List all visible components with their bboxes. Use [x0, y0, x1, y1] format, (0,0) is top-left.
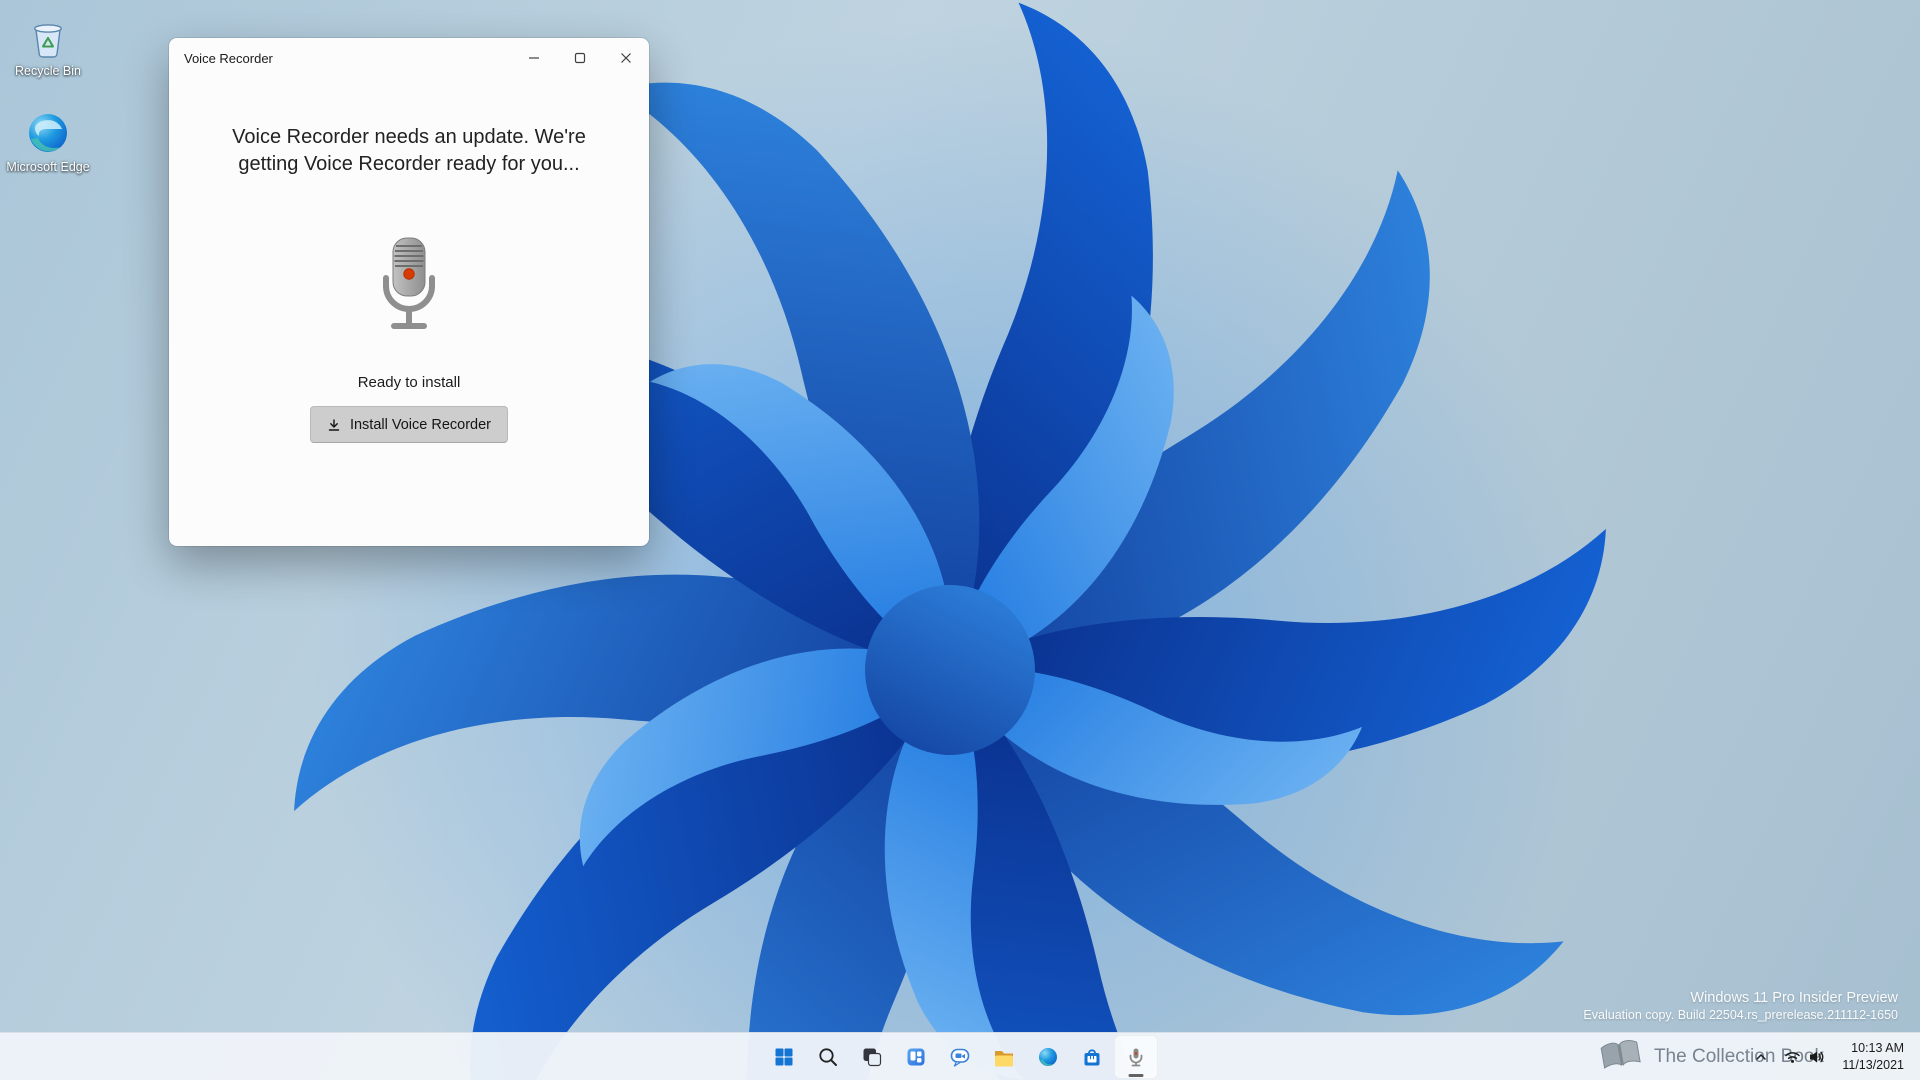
volume-icon — [1810, 1051, 1824, 1062]
desktop: Recycle Bin Microsoft Edge Voice Recorde… — [0, 0, 1920, 1080]
microphone-illustration — [169, 234, 649, 336]
desktop-icon-label: Recycle Bin — [15, 64, 81, 78]
close-button[interactable] — [603, 38, 649, 78]
network-icon — [1785, 1051, 1801, 1063]
minimize-icon — [529, 57, 539, 59]
system-tray: 10:13 AM 11/13/2021 — [1747, 1033, 1912, 1080]
window-body: Voice Recorder needs an update. We're ge… — [169, 124, 649, 444]
voice-recorder-icon — [1129, 1048, 1143, 1066]
microsoft-store-button[interactable] — [1070, 1035, 1114, 1079]
voice-recorder-window: Voice Recorder Voice Recorder needs an u… — [169, 38, 649, 546]
chat-button[interactable] — [938, 1035, 982, 1079]
install-voice-recorder-button[interactable]: Install Voice Recorder — [309, 406, 509, 444]
insider-preview-watermark: Windows 11 Pro Insider Preview Evaluatio… — [1583, 990, 1898, 1022]
task-view-icon — [863, 1048, 882, 1066]
window-titlebar[interactable]: Voice Recorder — [169, 38, 649, 78]
file-explorer-icon — [995, 1050, 1013, 1066]
book-icon — [1597, 1036, 1645, 1079]
widgets-button[interactable] — [894, 1035, 938, 1079]
taskbar: The Collection Book 10:13 AM 11/13/2021 — [0, 1032, 1920, 1080]
microphone-icon — [383, 237, 435, 330]
update-message: Voice Recorder needs an update. We're ge… — [232, 126, 586, 176]
voice-recorder-taskbar-button[interactable] — [1114, 1034, 1158, 1079]
edge-icon — [25, 110, 71, 156]
download-icon — [328, 419, 340, 431]
maximize-icon — [574, 52, 586, 64]
install-status: Ready to install — [357, 374, 461, 392]
maximize-button[interactable] — [557, 38, 603, 78]
desktop-icon-recycle-bin[interactable]: Recycle Bin — [4, 14, 92, 80]
file-explorer-button[interactable] — [982, 1035, 1026, 1079]
microsoft-store-icon — [1084, 1048, 1100, 1065]
desktop-icon-microsoft-edge[interactable]: Microsoft Edge — [4, 110, 92, 176]
recycle-bin-icon — [25, 14, 71, 60]
edge-taskbar-button[interactable] — [1026, 1035, 1070, 1079]
install-button-label: Install Voice Recorder — [349, 416, 492, 433]
chat-icon — [950, 1048, 970, 1067]
chevron-up-icon — [1756, 1053, 1767, 1060]
watermark-line2: Evaluation copy. Build 22504.rs_prerelea… — [1583, 1008, 1898, 1022]
search-button[interactable] — [806, 1035, 850, 1079]
window-title: Voice Recorder — [184, 50, 273, 66]
search-icon — [819, 1047, 837, 1066]
network-volume-button[interactable] — [1777, 1037, 1832, 1077]
widgets-icon — [907, 1048, 925, 1065]
minimize-button[interactable] — [511, 38, 557, 78]
tray-date: 11/13/2021 — [1842, 1057, 1904, 1072]
caption-buttons — [511, 38, 649, 78]
task-view-button[interactable] — [850, 1035, 894, 1079]
tray-time: 10:13 AM — [1851, 1041, 1904, 1056]
clock[interactable]: 10:13 AM 11/13/2021 — [1834, 1040, 1912, 1073]
desktop-icon-label: Microsoft Edge — [6, 160, 90, 174]
windows-start-icon — [775, 1048, 793, 1065]
watermark-line1: Windows 11 Pro Insider Preview — [1690, 990, 1898, 1006]
hidden-icons-button[interactable] — [1747, 1037, 1775, 1077]
start-button[interactable] — [762, 1035, 806, 1079]
taskbar-center — [762, 1033, 1158, 1080]
close-icon — [621, 53, 631, 63]
edge-icon — [1039, 1047, 1057, 1066]
